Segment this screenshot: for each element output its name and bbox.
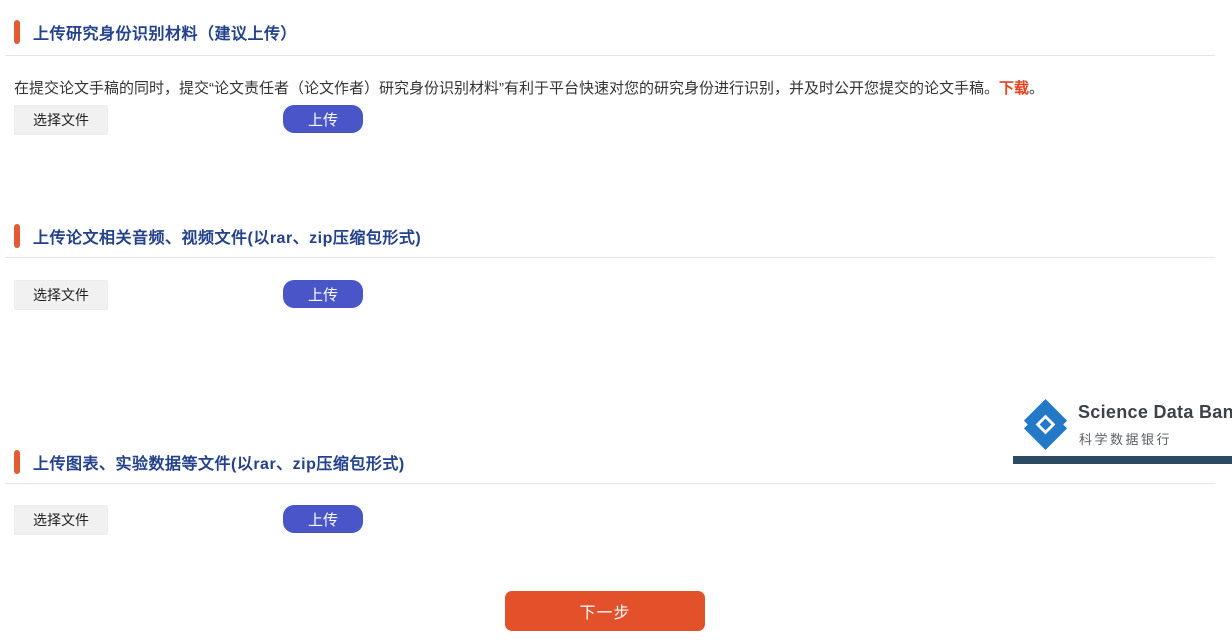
section-divider: [5, 483, 1215, 484]
upload-button-charts-data[interactable]: 上传: [283, 505, 363, 533]
logo-navy-bar: [1013, 456, 1232, 464]
section-marker-bar: [14, 20, 20, 44]
section-divider: [5, 55, 1215, 56]
next-step-button[interactable]: 下一步: [505, 591, 705, 631]
identity-materials-description: 在提交论文手稿的同时，提交“论文责任者（论文作者）研究身份识别材料”有利于平台快…: [14, 78, 1219, 100]
section-identity-materials-header: 上传研究身份识别材料（建议上传）: [14, 20, 297, 44]
description-suffix: 。: [1029, 80, 1044, 97]
science-data-bank-logo-icon: [1018, 397, 1073, 452]
upload-button-identity[interactable]: 上传: [283, 105, 363, 133]
download-link[interactable]: 下载: [999, 80, 1029, 97]
section-title: 上传论文相关音频、视频文件(以rar、zip压缩包形式): [33, 224, 421, 248]
section-title: 上传研究身份识别材料（建议上传）: [33, 20, 297, 44]
upload-materials-page: 上传研究身份识别材料（建议上传） 在提交论文手稿的同时，提交“论文责任者（论文作…: [0, 0, 1232, 643]
logo-title-en: Science Data Bank: [1078, 402, 1232, 423]
upload-button-audio-video[interactable]: 上传: [283, 280, 363, 308]
description-text: 在提交论文手稿的同时，提交“论文责任者（论文作者）研究身份识别材料”有利于平台快…: [14, 80, 999, 97]
choose-file-button-charts-data[interactable]: 选择文件: [14, 505, 108, 535]
choose-file-button-audio-video[interactable]: 选择文件: [14, 280, 108, 310]
section-audio-video-header: 上传论文相关音频、视频文件(以rar、zip压缩包形式): [14, 224, 421, 248]
logo-title-zh: 科学数据银行: [1079, 429, 1172, 448]
section-marker-bar: [14, 224, 20, 248]
section-title: 上传图表、实验数据等文件(以rar、zip压缩包形式): [33, 450, 405, 474]
section-divider: [5, 257, 1215, 258]
choose-file-button-identity[interactable]: 选择文件: [14, 105, 108, 135]
section-charts-data-header: 上传图表、实验数据等文件(以rar、zip压缩包形式): [14, 450, 405, 474]
section-marker-bar: [14, 450, 20, 474]
